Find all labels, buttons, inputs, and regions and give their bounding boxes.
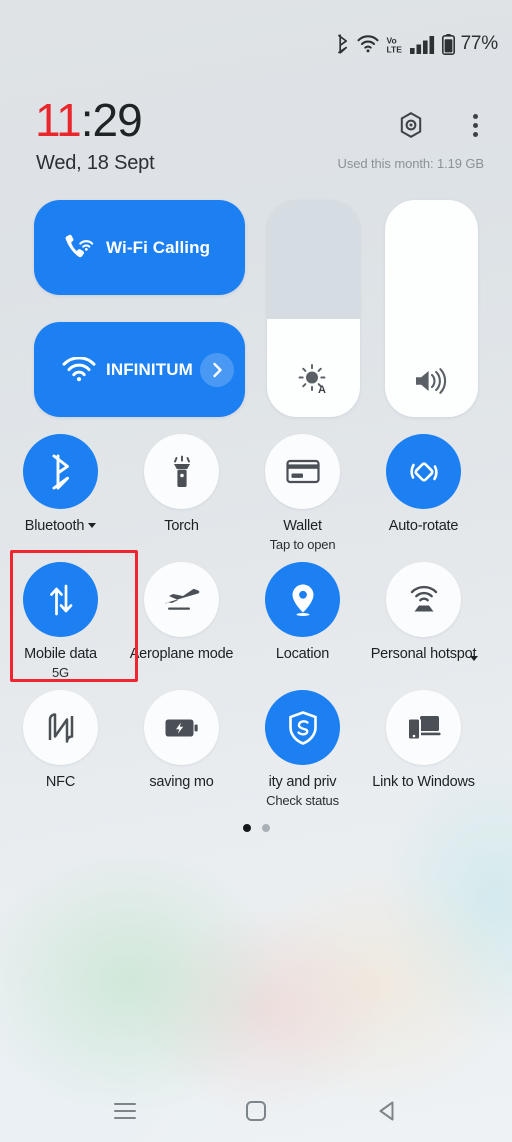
tile-auto-rotate[interactable]: Auto-rotate: [363, 432, 484, 560]
shield-icon: [265, 690, 340, 765]
nfc-icon: [23, 690, 98, 765]
tile-label: Link to Windows: [372, 774, 475, 790]
tile-aeroplane-mode[interactable]: Aeroplane mode: [121, 560, 242, 688]
status-bar: Vo LTE 77%: [0, 0, 512, 88]
tile-label: saving mo: [149, 774, 214, 790]
back-icon[interactable]: [364, 1088, 410, 1134]
tile-security-and-privacy[interactable]: ity and priv Check status: [242, 688, 363, 816]
header-actions: [394, 108, 492, 142]
signal-bars-icon: [409, 35, 435, 54]
tile-wifi-calling[interactable]: Wi-Fi Calling: [34, 200, 245, 295]
battery-saver-icon: [144, 690, 219, 765]
tile-link-to-windows[interactable]: Link to Windows: [363, 688, 484, 816]
tile-torch[interactable]: Torch: [121, 432, 242, 560]
tile-bluetooth[interactable]: Bluetooth: [0, 432, 121, 560]
page-dot[interactable]: [261, 824, 270, 832]
tile-row: NFC saving mo ity and priv Check status …: [0, 688, 512, 816]
tile-personal-hotspot[interactable]: Personal hotspot: [363, 560, 484, 688]
clock-hours: 11: [35, 94, 82, 146]
credit-card-icon: [265, 434, 340, 509]
quick-settings-screen: Vo LTE 77% 11:29 Wed, 18 Sept Used this …: [0, 0, 512, 1142]
clock[interactable]: 11:29: [35, 92, 143, 148]
data-transfer-icon: [23, 562, 98, 637]
tile-wallet[interactable]: Wallet Tap to open: [242, 432, 363, 560]
tile-location[interactable]: Location: [242, 560, 363, 688]
bluetooth-icon: [335, 34, 350, 54]
navigation-bar: [0, 1080, 512, 1142]
wifi-icon: [52, 356, 106, 383]
tile-wifi-network[interactable]: INFINITUM: [34, 322, 245, 417]
hotspot-icon: [386, 562, 461, 637]
tile-label: Torch: [164, 518, 199, 534]
chevron-down-icon[interactable]: [88, 522, 97, 528]
battery-percent-label: 77%: [460, 33, 499, 54]
volume-slider[interactable]: [385, 200, 478, 417]
tile-label: Mobile data: [24, 646, 97, 662]
location-pin-icon: [265, 562, 340, 637]
tile-label: ity and priv: [268, 774, 337, 790]
phone-wifi-icon: [52, 233, 106, 263]
tile-label: Bluetooth: [2, 518, 120, 535]
tile-sublabel: 5G: [52, 665, 69, 680]
tile-label: Personal hotspot: [370, 646, 477, 662]
page-indicator: [0, 824, 512, 832]
volume-up-icon: [385, 367, 478, 395]
tile-label: Location: [275, 646, 330, 662]
tile-nfc[interactable]: NFC: [0, 688, 121, 816]
panel-header: 11:29 Wed, 18 Sept Used this month: 1.19…: [0, 92, 512, 190]
top-controls-row: Wi-Fi Calling INFINITUM A: [34, 200, 478, 417]
svg-text:A: A: [318, 384, 326, 395]
tile-label: Wi-Fi Calling: [106, 237, 211, 257]
tile-label: NFC: [45, 774, 76, 790]
brightness-slider[interactable]: A: [267, 200, 360, 417]
date-label[interactable]: Wed, 18 Sept: [36, 152, 155, 175]
link-to-windows-icon: [386, 690, 461, 765]
home-icon[interactable]: [233, 1088, 279, 1134]
tile-row: Mobile data 5G Aeroplane mode Location P…: [0, 560, 512, 688]
auto-rotate-icon: [386, 434, 461, 509]
tile-row: Bluetooth Torch Wallet Tap to open Auto-…: [0, 432, 512, 560]
tile-mobile-data[interactable]: Mobile data 5G: [0, 560, 121, 688]
tile-label: Aeroplane mode: [129, 646, 234, 662]
gear-icon[interactable]: [394, 108, 428, 142]
wifi-icon: [357, 35, 379, 53]
battery-icon: [441, 33, 455, 55]
tile-label: Auto-rotate: [388, 518, 459, 534]
flashlight-icon: [144, 434, 219, 509]
brightness-auto-icon: A: [267, 363, 360, 395]
airplane-icon: [144, 562, 219, 637]
tile-power-saving-mode[interactable]: saving mo: [121, 688, 242, 816]
chevron-down-icon[interactable]: [470, 656, 478, 661]
bluetooth-icon: [23, 434, 98, 509]
kebab-menu-icon[interactable]: [458, 108, 492, 142]
data-usage-label[interactable]: Used this month: 1.19 GB: [338, 156, 485, 171]
svg-text:LTE: LTE: [386, 44, 402, 54]
chevron-right-icon[interactable]: [200, 352, 234, 387]
tile-sublabel: Check status: [266, 793, 339, 808]
page-dot-active[interactable]: [242, 824, 251, 832]
pill-column: Wi-Fi Calling INFINITUM: [34, 200, 245, 417]
tile-grid: Bluetooth Torch Wallet Tap to open Auto-…: [0, 432, 512, 816]
tile-sublabel: Tap to open: [269, 537, 336, 552]
volte-icon: Vo LTE: [386, 35, 403, 54]
clock-minutes: :29: [80, 94, 143, 146]
recents-icon[interactable]: [102, 1088, 148, 1134]
tile-label: Wallet: [283, 518, 322, 534]
slider-track: [267, 200, 360, 320]
